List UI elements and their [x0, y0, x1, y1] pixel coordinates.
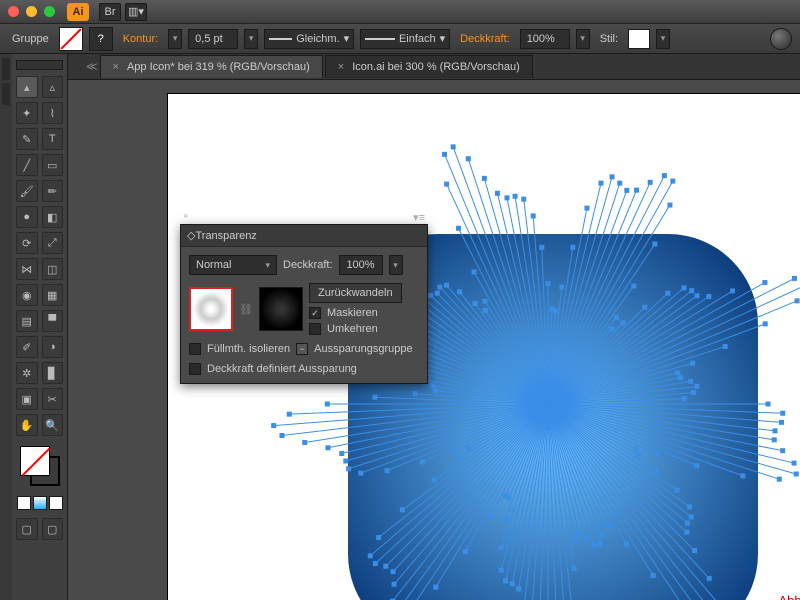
zoom-tool[interactable]: 🔍 [42, 414, 64, 436]
line-tool[interactable]: ╱ [16, 154, 38, 176]
bridge-button[interactable]: Br [99, 3, 121, 21]
opacity-defines-checkbox[interactable] [189, 363, 201, 375]
close-icon[interactable] [8, 6, 19, 17]
minimize-icon[interactable] [26, 6, 37, 17]
layout-menu-button[interactable]: ▥▾ [125, 3, 147, 21]
panel-titlebar[interactable]: ◇ Transparenz [181, 225, 427, 247]
stroke-profile-label: Gleichm. [296, 33, 339, 45]
transparency-panel: × ▾≡ ◇ Transparenz Normal Deckkraft: ⛓ Z… [180, 224, 428, 384]
document-tab[interactable]: × Icon.ai bei 300 % (RGB/Vorschau) [325, 55, 533, 78]
symbol-sprayer-tool[interactable]: ✲ [16, 362, 38, 384]
direct-selection-tool[interactable]: ▵ [42, 76, 64, 98]
rotate-tool[interactable]: ⟳ [16, 232, 38, 254]
dock-tab[interactable] [2, 58, 10, 80]
eyedropper-tool[interactable]: ✐ [16, 336, 38, 358]
clip-checkbox[interactable] [309, 307, 321, 319]
paintbrush-tool[interactable]: 🖌 [16, 180, 38, 202]
selection-tool[interactable]: ▴ [16, 76, 38, 98]
blend-tool[interactable]: ◑ [42, 336, 64, 358]
graph-tool[interactable]: ▊ [42, 362, 64, 384]
brush-dd[interactable]: Einfach▾ [360, 29, 450, 49]
stroke-weight-dd[interactable] [244, 29, 258, 49]
shape-builder-tool[interactable]: ◉ [16, 284, 38, 306]
mesh-tool[interactable]: ▤ [16, 310, 38, 332]
none-mode[interactable] [49, 496, 63, 510]
tool-panel-grip[interactable] [16, 60, 63, 70]
tab-label: App Icon* bei 319 % (RGB/Vorschau) [127, 61, 310, 73]
selection-type-label: Gruppe [8, 33, 53, 45]
width-tool[interactable]: ⋈ [16, 258, 38, 280]
dock-tab[interactable] [2, 83, 10, 105]
panel-title-label: Transparenz [195, 230, 256, 242]
stroke-profile-dd[interactable]: Gleichm.▾ [264, 29, 354, 49]
tool-panel: ▴▵ ✦⌇ ✎T ╱▭ 🖌✏ ●◧ ⟳⤢ ⋈◫ ◉▦ ▤▀ ✐◑ ✲▊ ▣✂ ✋… [12, 54, 68, 600]
screen-mode[interactable]: ▢ [42, 518, 64, 540]
style-dd[interactable] [656, 29, 670, 49]
app-logo: Ai [67, 3, 89, 21]
mask-link-icon[interactable]: ⛓ [239, 303, 253, 316]
panel-opacity-label: Deckkraft: [283, 259, 333, 271]
pencil-tool[interactable]: ✏ [42, 180, 64, 202]
magic-wand-tool[interactable]: ✦ [16, 102, 38, 124]
style-swatch[interactable] [628, 29, 650, 49]
tab-label: Icon.ai bei 300 % (RGB/Vorschau) [352, 61, 520, 73]
invert-checkbox[interactable] [309, 323, 321, 335]
tab-nav-icon[interactable]: ≪ [86, 60, 98, 73]
stroke-weight-field[interactable]: 0,5 pt [188, 29, 238, 49]
blend-mode-dd[interactable]: Normal [189, 255, 277, 275]
type-tool[interactable]: T [42, 128, 64, 150]
revert-mask-button[interactable]: Zurückwandeln [309, 283, 402, 303]
draw-mode[interactable]: ▢ [16, 518, 38, 540]
opacity-field[interactable]: 100% [520, 29, 570, 49]
clip-label: Maskieren [327, 307, 378, 319]
pen-tool[interactable]: ✎ [16, 128, 38, 150]
document-tabs: ≪ × App Icon* bei 319 % (RGB/Vorschau) × I… [68, 54, 800, 80]
perspective-tool[interactable]: ▦ [42, 284, 64, 306]
brush-label: Einfach [399, 33, 436, 45]
rectangle-tool[interactable]: ▭ [42, 154, 64, 176]
knockout-label: Aussparungsgruppe [314, 343, 412, 355]
invert-label: Umkehren [327, 323, 378, 335]
window-controls [8, 6, 55, 17]
gradient-mode[interactable] [33, 496, 47, 510]
gradient-tool[interactable]: ▀ [42, 310, 64, 332]
panel-dock-tabs [0, 54, 12, 600]
scale-tool[interactable]: ⤢ [42, 232, 64, 254]
color-mode[interactable] [17, 496, 31, 510]
tab-close-icon[interactable]: × [338, 61, 344, 73]
artwork-thumbnail[interactable] [189, 287, 233, 331]
document-setup-icon[interactable] [770, 28, 792, 50]
fill-swatch[interactable] [59, 27, 83, 51]
panel-opacity-field[interactable] [339, 255, 383, 275]
control-bar: Gruppe ? Kontur: 0,5 pt Gleichm.▾ Einfac… [0, 24, 800, 54]
slice-tool[interactable]: ✂ [42, 388, 64, 410]
blob-brush-tool[interactable]: ● [16, 206, 38, 228]
artboard-tool[interactable]: ▣ [16, 388, 38, 410]
maximize-icon[interactable] [44, 6, 55, 17]
hand-tool[interactable]: ✋ [16, 414, 38, 436]
document-tab-active[interactable]: × App Icon* bei 319 % (RGB/Vorschau) [100, 55, 323, 78]
stroke-label: Kontur: [119, 33, 162, 45]
eraser-tool[interactable]: ◧ [42, 206, 64, 228]
tab-close-icon[interactable]: × [113, 61, 119, 73]
knockout-checkbox[interactable]: − [296, 343, 308, 355]
opacity-dd[interactable] [576, 29, 590, 49]
canvas-area: ≪ × App Icon* bei 319 % (RGB/Vorschau) × I… [68, 54, 800, 600]
style-label: Stil: [596, 33, 622, 45]
opacity-label: Deckkraft: [456, 33, 514, 45]
isolate-checkbox[interactable] [189, 343, 201, 355]
fill-stroke-selector[interactable] [20, 446, 60, 486]
mask-thumbnail[interactable] [259, 287, 303, 331]
lasso-tool[interactable]: ⌇ [42, 102, 64, 124]
free-transform-tool[interactable]: ◫ [42, 258, 64, 280]
figure-caption: Abbildung: 25 [778, 593, 800, 600]
titlebar: Ai Br ▥▾ [0, 0, 800, 24]
panel-close-icon[interactable]: × [183, 211, 188, 221]
panel-opacity-dd[interactable] [389, 255, 403, 275]
isolate-label: Füllmth. isolieren [207, 343, 290, 355]
panel-menu-icon[interactable]: ▾≡ [413, 211, 425, 224]
stroke-stepper[interactable] [168, 29, 182, 49]
stroke-swatch[interactable]: ? [89, 27, 113, 51]
opacity-defines-label: Deckkraft definiert Aussparung [207, 363, 357, 375]
